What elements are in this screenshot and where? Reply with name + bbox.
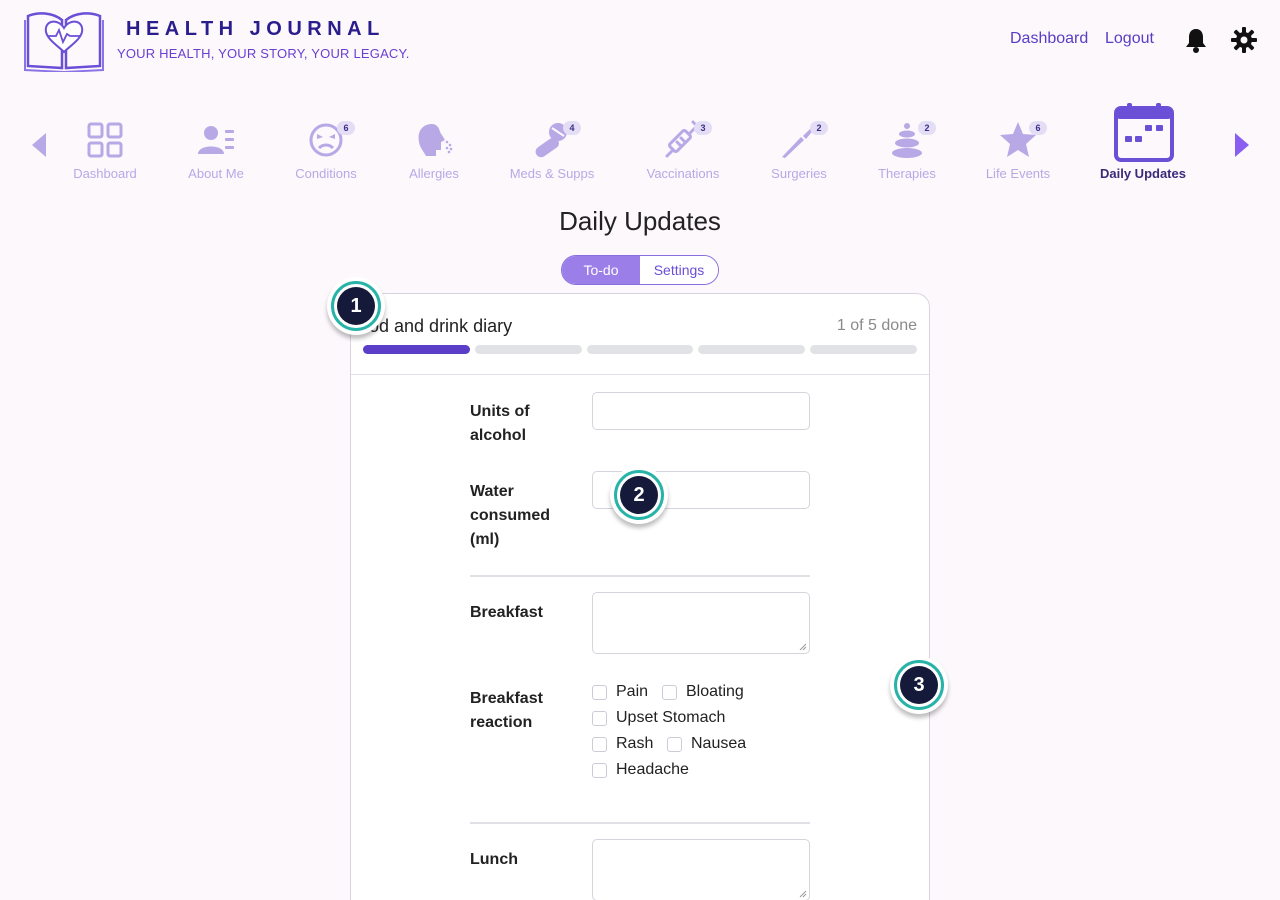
nav-label-life-events: Life Events <box>985 166 1051 181</box>
section-divider <box>470 575 810 577</box>
nav-label-meds-supps: Meds & Supps <box>509 166 595 181</box>
nav-badge-therapies: 2 <box>918 121 936 135</box>
health-journal-logo[interactable] <box>24 6 104 74</box>
card-divider <box>351 374 929 375</box>
nav-label-therapies: Therapies <box>878 166 936 181</box>
checkbox[interactable] <box>592 736 607 752</box>
option-label: Pain <box>616 683 649 700</box>
food-drink-diary-card: od and drink diary 1 of 5 done Units of … <box>350 293 930 900</box>
nav-label-surgeries: Surgeries <box>771 166 827 181</box>
checkbox[interactable] <box>592 684 607 700</box>
progress-segment <box>698 345 806 354</box>
nav-label-vaccinations: Vaccinations <box>646 166 720 181</box>
nav-item-meds-supps[interactable]: 4 Meds & Supps <box>497 118 607 188</box>
step-marker-1[interactable]: 1 <box>327 277 385 335</box>
marker-number: 2 <box>620 476 658 514</box>
card-title: od and drink diary <box>369 316 513 336</box>
progress-segment <box>363 345 470 354</box>
sneeze-icon <box>414 118 454 160</box>
step-marker-2[interactable]: 2 <box>610 466 668 524</box>
checkbox[interactable] <box>662 684 677 700</box>
marker-number: 1 <box>337 287 375 325</box>
dashboard-icon <box>85 118 125 160</box>
nav-item-dashboard[interactable]: Dashboard <box>50 118 160 188</box>
progress-count: 1 of 5 done <box>836 317 917 334</box>
reaction-option-nausea[interactable]: Nausea <box>667 735 746 753</box>
breakfast-textarea[interactable] <box>592 592 810 654</box>
bell-icon[interactable] <box>1184 27 1208 53</box>
option-label: Nausea <box>691 735 747 752</box>
tab-settings[interactable]: Settings <box>640 256 718 284</box>
nav-badge-meds-supps: 4 <box>563 121 581 135</box>
nav-label-allergies: Allergies <box>409 166 459 181</box>
reaction-option-rash[interactable]: Rash <box>592 735 653 753</box>
checkbox[interactable] <box>592 710 607 726</box>
nav-prev-arrow-icon[interactable] <box>30 131 48 159</box>
marker-ring: 1 <box>331 281 381 331</box>
reaction-option-upset-stomach[interactable]: Upset Stomach <box>592 709 725 727</box>
reaction-option-bloating[interactable]: Bloating <box>662 683 744 701</box>
todo-settings-toggle: To-do Settings <box>561 255 719 285</box>
nav-badge-vaccinations: 3 <box>694 121 712 135</box>
nav-label-about-me: About Me <box>188 166 244 181</box>
marker-number: 3 <box>900 666 938 704</box>
nav-label-daily-updates: Daily Updates <box>1100 166 1186 181</box>
page-title: Daily Updates <box>559 206 721 236</box>
option-label: Rash <box>616 735 654 752</box>
resize-handle-icon[interactable] <box>799 890 807 898</box>
reaction-option-pain[interactable]: Pain <box>592 683 648 701</box>
step-marker-3[interactable]: 3 <box>890 656 948 714</box>
marker-ring: 2 <box>614 470 664 520</box>
brand-title: HEALTH JOURNAL <box>126 18 385 40</box>
option-label: Headache <box>616 761 689 778</box>
nav-item-conditions[interactable]: 6 Conditions <box>271 118 381 188</box>
lunch-label: Lunch <box>470 851 518 868</box>
nav-badge-surgeries: 2 <box>810 121 828 135</box>
progress-bar <box>363 345 917 355</box>
breakfast-reaction-label: Breakfast reaction <box>470 690 543 731</box>
nav-item-surgeries[interactable]: 2 Surgeries <box>744 118 854 188</box>
option-label: Upset Stomach <box>616 709 726 726</box>
nav-item-about-me[interactable]: About Me <box>161 118 271 188</box>
user-card-icon <box>196 118 236 160</box>
progress-segment <box>474 345 582 354</box>
brand-tagline: YOUR HEALTH, YOUR STORY, YOUR LEGACY. <box>117 46 410 61</box>
resize-handle-icon[interactable] <box>799 643 807 651</box>
lunch-textarea[interactable] <box>592 839 810 900</box>
section-divider <box>470 822 810 824</box>
breakfast-label: Breakfast <box>470 604 543 621</box>
nav-item-therapies[interactable]: 2 Therapies <box>852 118 962 188</box>
progress-segment <box>586 345 694 354</box>
option-label: Bloating <box>686 683 744 700</box>
dashboard-link[interactable]: Dashboard <box>1010 30 1088 48</box>
water-label: Water consumed (ml) <box>470 483 551 548</box>
nav-label-dashboard: Dashboard <box>73 166 137 181</box>
reaction-option-headache[interactable]: Headache <box>592 761 689 779</box>
alcohol-input[interactable] <box>592 392 810 430</box>
logout-link[interactable]: Logout <box>1105 30 1154 48</box>
alcohol-label: Units of alcohol <box>470 403 530 444</box>
marker-ring: 3 <box>894 660 944 710</box>
nav-label-conditions: Conditions <box>295 166 357 181</box>
calendar-icon <box>1113 102 1175 162</box>
progress-segment <box>810 345 917 354</box>
nav-item-life-events[interactable]: 6 Life Events <box>963 118 1073 188</box>
nav-badge-life-events: 6 <box>1029 121 1047 135</box>
nav-next-arrow-icon[interactable] <box>1233 131 1251 159</box>
nav-item-vaccinations[interactable]: 3 Vaccinations <box>628 118 738 188</box>
nav-item-allergies[interactable]: Allergies <box>379 118 489 188</box>
checkbox[interactable] <box>592 762 607 778</box>
gear-icon[interactable] <box>1231 27 1257 53</box>
tab-todo[interactable]: To-do <box>562 256 640 284</box>
nav-item-daily-updates[interactable]: Daily Updates <box>1088 102 1198 188</box>
checkbox[interactable] <box>667 736 682 752</box>
nav-badge-conditions: 6 <box>337 121 355 135</box>
